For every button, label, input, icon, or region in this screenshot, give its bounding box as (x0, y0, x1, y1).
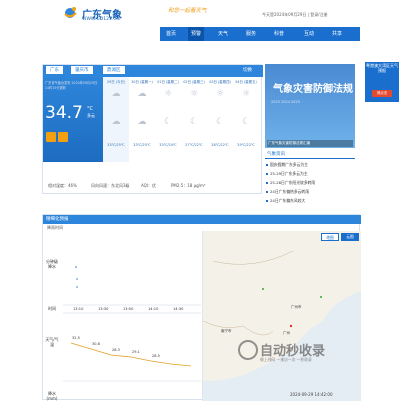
sun-icon: ☼ (215, 89, 225, 99)
hourly-chart: 分钟级降水 时间 天气/气温 降水(mm) 13:10 13:30 13:50 … (43, 231, 203, 401)
map-label-nanning: 南宁市 (221, 329, 232, 333)
news-item[interactable]: 24日广东偏热多云转雨 (265, 189, 355, 198)
temp-value: 29.1 (132, 350, 140, 354)
aqi-text: AQI：优 (141, 183, 156, 188)
cloud-sun-icon: ☁ (137, 89, 147, 99)
news-item[interactable]: 25-29日广东多云为主 (265, 171, 355, 180)
banner-caption: 广东气象灾害防御法规汇编 (267, 140, 353, 147)
nav-home[interactable]: 首页 (166, 30, 176, 37)
site-url: WWW.GD121.CN (82, 17, 120, 22)
slogan: 和您一起看天气 (168, 8, 207, 14)
nav-science[interactable]: 科普 (274, 30, 284, 37)
current-temp: 34.7 (45, 103, 83, 123)
nav-warning[interactable]: 预警 (188, 27, 205, 41)
regulation-banner[interactable]: 气象灾害防御法规 2023 2024 2025 广东气象灾害防御法规汇编 (265, 64, 355, 148)
location-breadcrumb: 广东 肇庆市 鼎湖区 切换 (43, 65, 263, 77)
moon-icon: ☾ (241, 117, 251, 127)
ad-click-button[interactable]: 请点击 (372, 90, 392, 97)
fine-forecast-header: 精细化预报 (43, 215, 361, 224)
map-timestamp: 2024-09-29 14:42:00 (290, 392, 333, 397)
forecast-day-4[interactable]: 02日 (星期三) ☼ ☾ 27℃/22℃ (181, 77, 207, 162)
nav-interact[interactable]: 互动 (304, 30, 314, 37)
sun-icon: ☼ (241, 89, 251, 99)
warning-icon-2[interactable] (58, 132, 68, 142)
moon-icon: ☾ (189, 117, 199, 127)
warning-icon[interactable] (46, 132, 56, 142)
forecast-day-5[interactable]: 03日 (星期四) ☼ ☾ 28℃/22℃ (207, 77, 233, 162)
map-base (203, 231, 361, 381)
publish-info: 广东省气象台发布 2024年09月29日 14时15分更新 (45, 81, 98, 90)
fine-forecast-panel: 精细化预报 降雨时间 分钟级降水 时间 天气/气温 降水(mm) 13:10 1… (42, 214, 361, 401)
crumb-city[interactable]: 肇庆市 (71, 66, 93, 74)
cloud-sun-icon: ☁ (111, 89, 121, 99)
crumb-district[interactable]: 鼎湖区 (103, 66, 125, 74)
temp-line-chart: 32.5 30.8 28.3 29.1 28.5 (63, 266, 201, 382)
moon-icon: ☾ (215, 117, 225, 127)
crumb-province[interactable]: 广东 (46, 66, 63, 74)
forecast-day-6[interactable]: 04日 (星期五) ☼ ☾ 29℃/22℃ (233, 77, 259, 162)
rain-map[interactable]: 地图 云图 广州市 南宁市 广州 (203, 231, 361, 401)
news-header: 气象资讯 (265, 150, 355, 159)
sun-icon: ☼ (189, 89, 199, 99)
switch-location[interactable]: 切换 (243, 67, 252, 73)
city-weather-panel: 广东 肇庆市 鼎湖区 切换 广东省气象台发布 2024年09月29日 14时15… (42, 64, 263, 194)
today-date: 今天是2024年09月29日 | 登录/注册 (262, 12, 328, 17)
sun-icon: ☼ (163, 89, 173, 99)
login-link[interactable]: 登录/注册 (310, 12, 327, 17)
map-view-button[interactable]: 地图 (321, 233, 339, 241)
banner-sub: 2023 2024 2025 (271, 100, 300, 104)
news-item[interactable]: 25-28日广东阳光较多转雨 (265, 180, 355, 189)
news-item[interactable]: 24日广东偏东风较大 (265, 198, 355, 207)
logo-sun-icon (64, 7, 77, 18)
forecast-day-2[interactable]: 30日 (星期一) ☁ ☁ 33℃/25℃ (129, 77, 155, 162)
current-weather: 广东省气象台发布 2024年09月29日 14时15分更新 34.7 °C 多云 (43, 77, 103, 162)
forecast-day-1[interactable]: 29日 (今日) ☁ ☁ 33℃/25℃ (103, 77, 129, 162)
pm25-text: PM2.5：18 μg/m³ (171, 183, 206, 188)
ad-text: 粤港澳大湾区天气预报 (366, 63, 398, 73)
wind-text: 风向风速：东北风3级 (91, 183, 130, 188)
nav-share[interactable]: 共享 (332, 30, 342, 37)
watermark-sub: 做上线网 一来访一次 一秒收录 (260, 357, 312, 362)
news-column: 气象灾害防御法规 2023 2024 2025 广东气象灾害防御法规汇编 气象资… (265, 64, 355, 214)
humidity-text: 相对湿度：46% (48, 183, 77, 188)
temp-value: 32.5 (72, 336, 80, 340)
news-item[interactable]: 国庆假期广东多云为主 (265, 162, 355, 171)
fine-forecast-title: 精细化预报 (46, 217, 69, 222)
news-title[interactable]: 气象资讯 (267, 151, 285, 157)
main-nav: 首页 预警 天气 服务 科普 互动 共享 (160, 27, 360, 41)
cloud-icon: ☁ (137, 117, 147, 127)
cloud-view-button[interactable]: 云图 (341, 233, 359, 241)
news-list: 国庆假期广东多云为主 25-29日广东多云为主 25-28日广东阳光较多转雨 2… (265, 162, 355, 207)
temp-unit: °C (87, 106, 93, 112)
temp-value: 30.8 (92, 342, 100, 346)
temp-value: 28.5 (152, 354, 160, 358)
nav-weather[interactable]: 天气 (218, 30, 228, 37)
map-label-guangzhou: 广州市 (291, 305, 302, 309)
watermark-logo-icon (238, 340, 258, 360)
moon-icon: ☾ (163, 117, 173, 127)
banner-title: 气象灾害防御法规 (273, 84, 353, 95)
watermark: 自动秒收录 做上线网 一来访一次 一秒收录 (238, 340, 358, 364)
cloud-icon: ☁ (111, 117, 121, 127)
site-logo[interactable]: 广东气象 WWW.GD121.CN (62, 4, 162, 24)
current-weather-text: 多云 (87, 113, 95, 118)
forecast-day-3[interactable]: 01日 (星期二) ☼ ☾ 33℃/24℃ (155, 77, 181, 162)
map-label-gz: 广州 (283, 331, 290, 335)
temp-value: 28.3 (112, 348, 120, 352)
nav-service[interactable]: 服务 (246, 30, 256, 37)
top-bar: 广东气象 WWW.GD121.CN 和您一起看天气 今天是2024年09月29日… (0, 0, 400, 26)
